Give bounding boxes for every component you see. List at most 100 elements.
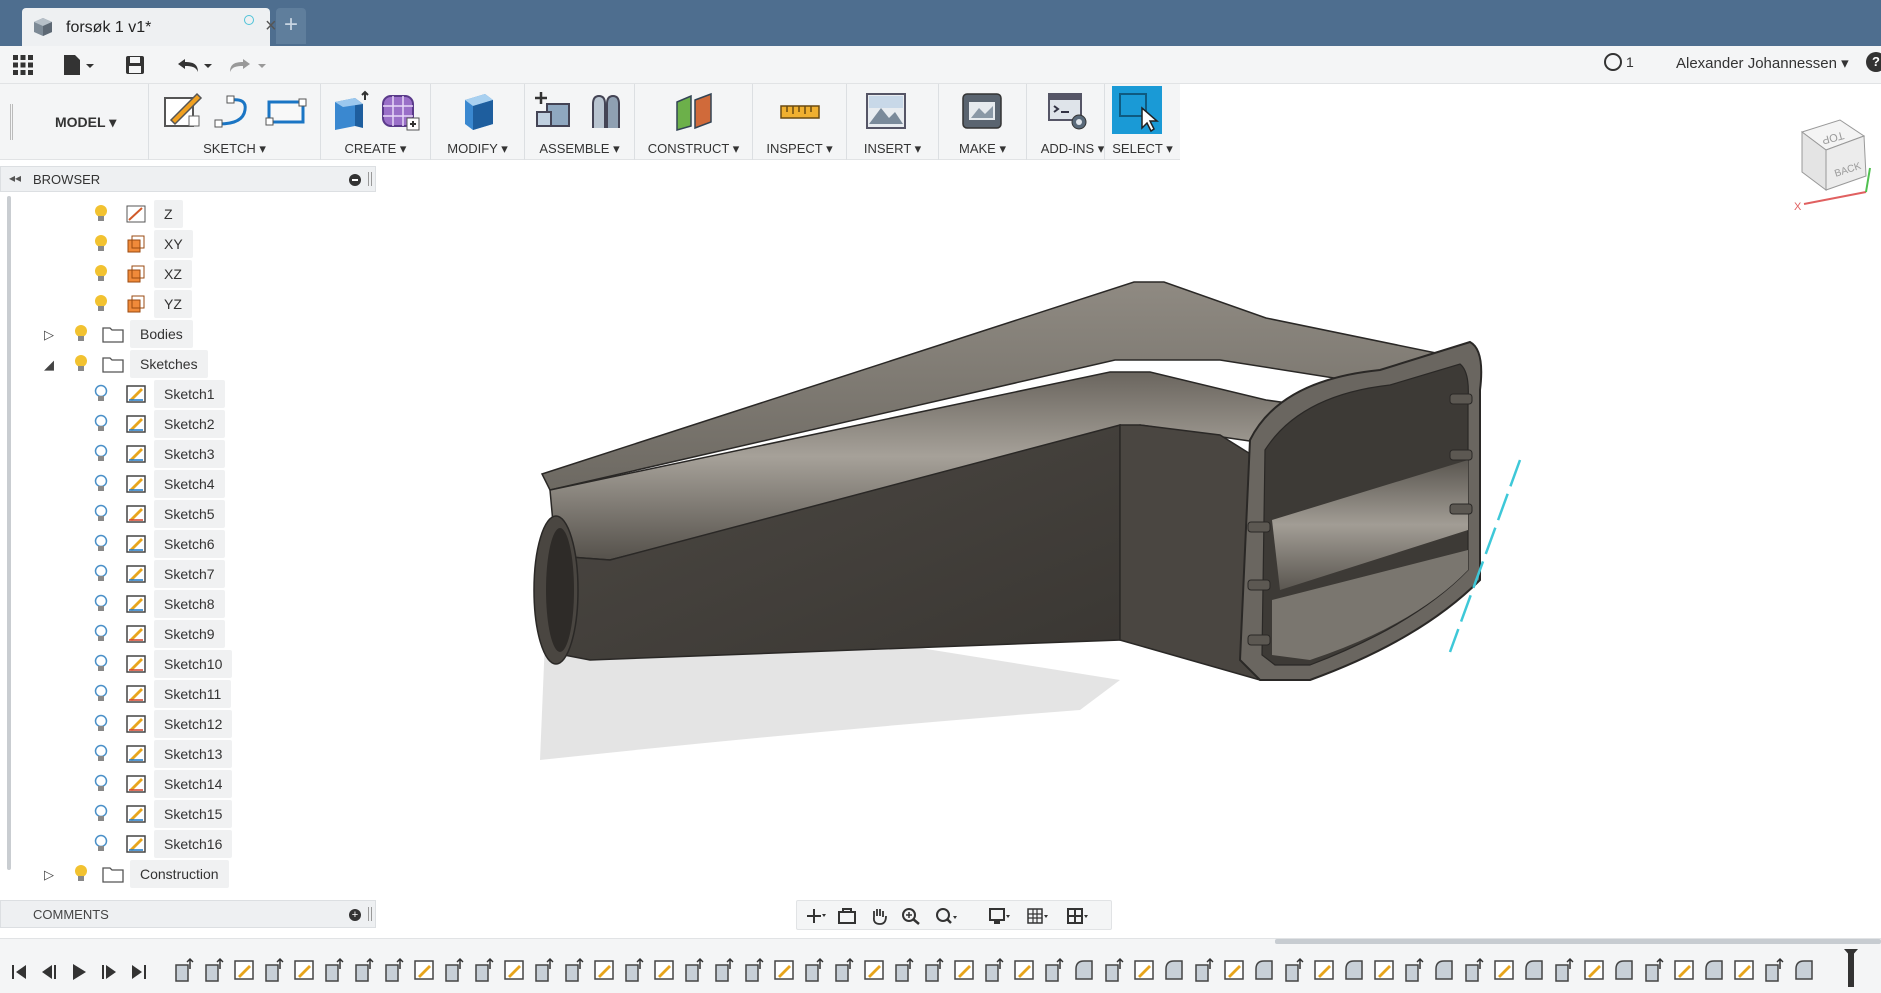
timeline-sketch-feature-icon[interactable] — [1732, 957, 1756, 983]
timeline-sketch-feature-icon[interactable] — [1222, 957, 1246, 983]
browser-scrollbar[interactable] — [7, 196, 11, 870]
timeline-extrude-feature-icon[interactable] — [892, 957, 916, 983]
app-grid-icon[interactable] — [12, 54, 34, 76]
help-icon[interactable]: ? — [1866, 52, 1881, 72]
user-account-menu[interactable]: Alexander Johannessen ▾ — [1676, 54, 1849, 72]
timeline-sketch-feature-icon[interactable] — [772, 957, 796, 983]
visibility-bulb-icon[interactable] — [74, 354, 88, 374]
timeline-extrude-feature-icon[interactable] — [262, 957, 286, 983]
select-tool-icon[interactable] — [1112, 86, 1162, 134]
timeline-extrude-feature-icon[interactable] — [532, 957, 556, 983]
timeline-sketch-feature-icon[interactable] — [1672, 957, 1696, 983]
expand-arrow-icon[interactable]: ▷ — [44, 327, 54, 343]
timeline-extrude-feature-icon[interactable] — [1102, 957, 1126, 983]
browser-pin-icon[interactable] — [368, 172, 372, 186]
timeline-sketch-feature-icon[interactable] — [292, 957, 316, 983]
sketch-group-label[interactable]: SKETCH ▾ — [149, 141, 320, 157]
visibility-bulb-icon[interactable] — [94, 384, 108, 404]
timeline-sketch-feature-icon[interactable] — [592, 957, 616, 983]
timeline-extrude-feature-icon[interactable] — [982, 957, 1006, 983]
timeline-sketch-feature-icon[interactable] — [1132, 957, 1156, 983]
timeline-sketch-feature-icon[interactable] — [1492, 957, 1516, 983]
timeline-extrude-feature-icon[interactable] — [352, 957, 376, 983]
measure-icon[interactable] — [779, 90, 821, 132]
timeline-extrude-feature-icon[interactable] — [1552, 957, 1576, 983]
collapse-arrow-icon[interactable]: ◢ — [44, 357, 54, 373]
timeline-sketch-feature-icon[interactable] — [952, 957, 976, 983]
3d-model-body[interactable] — [520, 260, 1540, 770]
save-icon[interactable] — [124, 54, 146, 76]
press-pull-icon[interactable] — [457, 90, 499, 132]
visibility-bulb-icon[interactable] — [94, 774, 108, 794]
comments-pin-icon[interactable] — [368, 907, 372, 921]
visibility-bulb-icon[interactable] — [94, 534, 108, 554]
line-tool-icon[interactable] — [213, 90, 255, 132]
timeline-fillet-feature-icon[interactable] — [1792, 957, 1816, 983]
scripts-addins-icon[interactable] — [1047, 90, 1089, 132]
visibility-bulb-icon[interactable] — [74, 324, 88, 344]
timeline-sketch-feature-icon[interactable] — [412, 957, 436, 983]
step-back-icon[interactable] — [40, 963, 58, 981]
extrude-icon[interactable] — [329, 90, 371, 132]
visibility-bulb-icon[interactable] — [94, 714, 108, 734]
visibility-bulb-icon[interactable] — [94, 594, 108, 614]
timeline-extrude-feature-icon[interactable] — [382, 957, 406, 983]
timeline-extrude-feature-icon[interactable] — [202, 957, 226, 983]
play-icon[interactable] — [70, 963, 88, 981]
timeline-extrude-feature-icon[interactable] — [1282, 957, 1306, 983]
redo-icon[interactable] — [228, 54, 268, 76]
timeline-fillet-feature-icon[interactable] — [1072, 957, 1096, 983]
zoom-window-icon[interactable] — [935, 907, 957, 925]
rectangle-tool-icon[interactable] — [265, 90, 307, 132]
timeline-extrude-feature-icon[interactable] — [1042, 957, 1066, 983]
timeline-extrude-feature-icon[interactable] — [472, 957, 496, 983]
timeline-marker[interactable] — [1848, 953, 1854, 987]
pan-hand-icon[interactable] — [869, 907, 891, 925]
browser-collapse-icon[interactable]: ◂◂ — [9, 171, 21, 185]
timeline-fillet-feature-icon[interactable] — [1702, 957, 1726, 983]
visibility-bulb-icon[interactable] — [94, 804, 108, 824]
visibility-bulb-icon[interactable] — [94, 504, 108, 524]
visibility-bulb-icon[interactable] — [94, 474, 108, 494]
timeline-extrude-feature-icon[interactable] — [1762, 957, 1786, 983]
timeline-extrude-feature-icon[interactable] — [742, 957, 766, 983]
timeline-sketch-feature-icon[interactable] — [652, 957, 676, 983]
inspect-group-label[interactable]: INSPECT ▾ — [753, 141, 846, 157]
timeline-extrude-feature-icon[interactable] — [832, 957, 856, 983]
expand-arrow-icon[interactable]: ▷ — [44, 867, 54, 883]
file-menu-icon[interactable] — [62, 54, 98, 76]
timeline-fillet-feature-icon[interactable] — [1432, 957, 1456, 983]
timeline-sketch-feature-icon[interactable] — [232, 957, 256, 983]
visibility-bulb-icon[interactable] — [94, 684, 108, 704]
timeline-extrude-feature-icon[interactable] — [712, 957, 736, 983]
timeline-fillet-feature-icon[interactable] — [1252, 957, 1276, 983]
timeline-extrude-feature-icon[interactable] — [682, 957, 706, 983]
select-group-label[interactable]: SELECT ▾ — [1105, 141, 1180, 157]
visibility-bulb-icon[interactable] — [94, 204, 108, 224]
visibility-bulb-icon[interactable] — [94, 264, 108, 284]
orbit-icon[interactable] — [805, 907, 827, 925]
viewports-icon[interactable] — [1067, 907, 1089, 925]
timeline-fillet-feature-icon[interactable] — [1522, 957, 1546, 983]
timeline-extrude-feature-icon[interactable] — [172, 957, 196, 983]
timeline-sketch-feature-icon[interactable] — [502, 957, 526, 983]
offset-plane-icon[interactable] — [673, 90, 715, 132]
timeline-extrude-feature-icon[interactable] — [562, 957, 586, 983]
timeline-extrude-feature-icon[interactable] — [322, 957, 346, 983]
visibility-bulb-icon[interactable] — [94, 444, 108, 464]
go-to-start-icon[interactable] — [10, 963, 28, 981]
undo-icon[interactable] — [176, 54, 214, 76]
visibility-bulb-icon[interactable] — [94, 234, 108, 254]
timeline-extrude-feature-icon[interactable] — [1642, 957, 1666, 983]
visibility-bulb-icon[interactable] — [94, 564, 108, 584]
visibility-bulb-icon[interactable] — [94, 414, 108, 434]
timeline-scrollbar[interactable] — [1275, 939, 1881, 944]
new-tab-button[interactable]: + — [276, 8, 306, 44]
timeline-sketch-feature-icon[interactable] — [1012, 957, 1036, 983]
display-settings-icon[interactable] — [989, 907, 1011, 925]
timeline-sketch-feature-icon[interactable] — [862, 957, 886, 983]
timeline-extrude-feature-icon[interactable] — [1462, 957, 1486, 983]
visibility-bulb-icon[interactable] — [94, 834, 108, 854]
visibility-bulb-icon[interactable] — [94, 624, 108, 644]
insert-image-icon[interactable] — [865, 90, 907, 132]
